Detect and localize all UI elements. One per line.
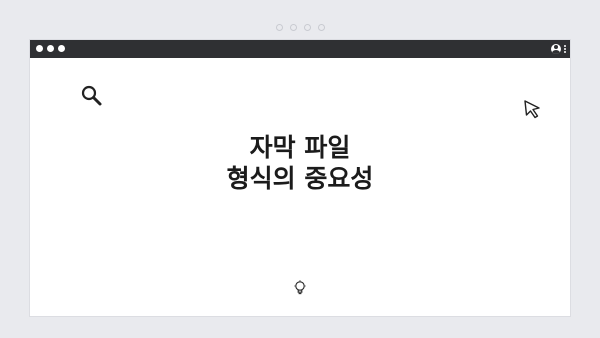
cursor-arrow-icon <box>524 100 540 119</box>
browser-window: 자막 파일 형식의 중요성 <box>30 40 570 316</box>
lightbulb-icon <box>294 280 306 295</box>
search-icon <box>81 85 102 106</box>
page-title-line2: 형식의 중요성 <box>226 164 374 193</box>
page-dot <box>289 24 297 31</box>
kebab-menu-icon[interactable] <box>564 45 566 53</box>
window-controls <box>36 45 65 52</box>
page-dot <box>303 24 311 31</box>
window-titlebar <box>30 40 570 58</box>
maximize-dot[interactable] <box>58 45 65 52</box>
avatar-icon[interactable] <box>551 44 561 54</box>
close-dot[interactable] <box>36 45 43 52</box>
minimize-dot[interactable] <box>47 45 54 52</box>
page-title-line1: 자막 파일 <box>249 133 351 162</box>
titlebar-right-controls <box>551 42 566 56</box>
page-dot <box>275 24 283 31</box>
stage: 자막 파일 형식의 중요성 <box>0 0 600 338</box>
page-title: 자막 파일 형식의 중요성 <box>30 132 570 194</box>
page-dot <box>317 24 325 31</box>
page-indicator-dots <box>0 24 600 31</box>
